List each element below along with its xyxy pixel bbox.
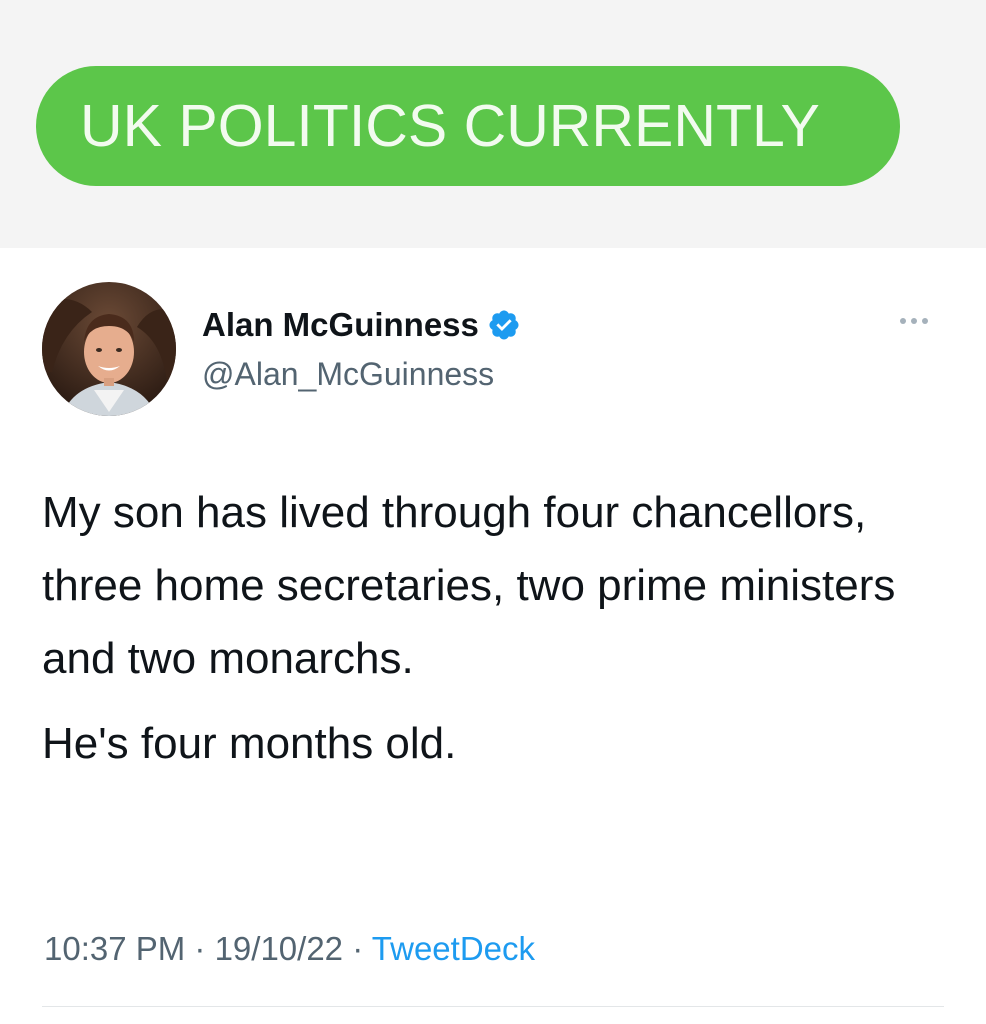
tweet-paragraph: He's four months old. bbox=[42, 719, 457, 768]
tweet-time[interactable]: 10:37 PM bbox=[44, 930, 185, 967]
author-name-row[interactable]: Alan McGuinness bbox=[202, 306, 521, 344]
more-dot bbox=[922, 318, 928, 324]
caption-text: UK POLITICS CURRENTLY bbox=[80, 93, 820, 159]
more-dot bbox=[900, 318, 906, 324]
tweet-meta: 10:37 PM · 19/10/22 · TweetDeck bbox=[44, 930, 535, 968]
tweet-date[interactable]: 19/10/22 bbox=[215, 930, 343, 967]
divider bbox=[42, 1006, 944, 1007]
more-dot bbox=[911, 318, 917, 324]
meta-separator: · bbox=[343, 930, 372, 967]
meta-separator: · bbox=[185, 930, 215, 967]
tweet-text: My son has lived through four chancellor… bbox=[42, 476, 962, 780]
more-horizontal-icon[interactable] bbox=[900, 318, 928, 324]
tweet-paragraph: My son has lived through four chancellor… bbox=[42, 488, 896, 683]
tweet-source-link[interactable]: TweetDeck bbox=[372, 930, 535, 967]
author-handle[interactable]: @Alan_McGuinness bbox=[202, 356, 494, 393]
avatar[interactable] bbox=[42, 282, 176, 416]
avatar-image bbox=[42, 282, 176, 416]
verified-badge-icon bbox=[489, 310, 519, 340]
caption-banner: UK POLITICS CURRENTLY bbox=[36, 66, 900, 186]
author-display-name[interactable]: Alan McGuinness bbox=[202, 306, 479, 344]
tweet-card: Alan McGuinness @Alan_McGuinness My son … bbox=[0, 248, 986, 1024]
